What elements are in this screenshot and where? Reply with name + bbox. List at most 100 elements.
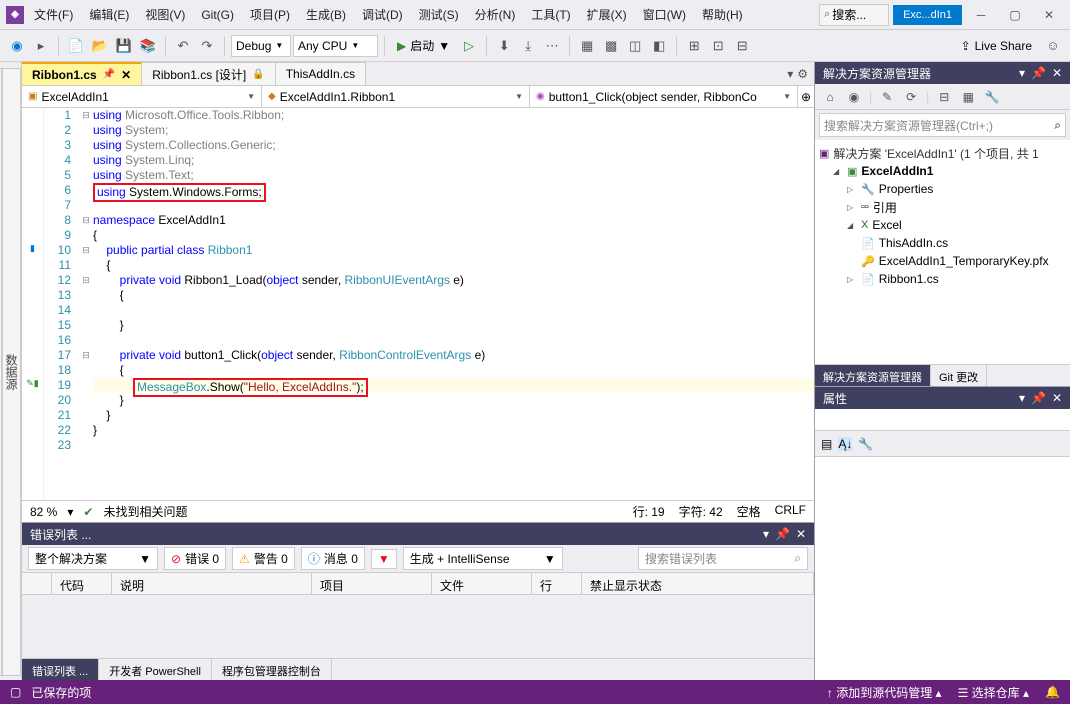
toolbar-btn-8[interactable]: ⊞ [683,35,705,57]
toolbar-btn-4[interactable]: ▦ [576,35,598,57]
window-maximize[interactable]: ▢ [1000,4,1030,26]
solution-search[interactable]: 搜索解决方案资源管理器(Ctrl+;) ⌕ [819,113,1066,137]
side-tab-datasources[interactable]: 数据源 [2,68,21,676]
feedback-button[interactable]: ☺ [1042,35,1064,57]
toolbar-btn-6[interactable]: ◫ [624,35,646,57]
menu-debug[interactable]: 调试(D) [356,2,409,27]
col-line[interactable]: 行 [532,573,582,594]
error-search[interactable]: 搜索错误列表⌕ [638,547,808,570]
show-all-button[interactable]: ▦ [959,88,977,106]
config-dropdown[interactable]: Debug▼ [231,35,291,57]
panel-close-icon[interactable]: ✕ [1052,66,1062,80]
nav-back-button[interactable]: ◉ [6,35,28,57]
undo-button[interactable]: ↶ [172,35,194,57]
menu-file[interactable]: 文件(F) [28,2,79,27]
panel-dropdown-icon[interactable]: ▾ [1019,66,1025,80]
redo-button[interactable]: ↷ [196,35,218,57]
properties-button[interactable]: 🔧 [983,88,1001,106]
platform-dropdown[interactable]: Any CPU▼ [293,35,378,57]
messages-filter[interactable]: ⓘ消息 0 [301,547,365,570]
tab-thisaddin[interactable]: ThisAddIn.cs [276,62,366,85]
live-share-button[interactable]: ⇪Live Share [953,39,1040,53]
nav-class-dropdown[interactable]: ◆ExcelAddIn1.Ribbon1▼ [262,86,530,107]
errors-filter[interactable]: ⊘错误 0 [164,547,226,570]
tab-powershell[interactable]: 开发者 PowerShell [99,659,212,680]
select-repo[interactable]: ☰ 选择仓库 ▴ [958,684,1029,701]
split-editor-button[interactable]: ⊕ [798,86,814,107]
menu-tools[interactable]: 工具(T) [525,2,576,27]
indentation[interactable]: 空格 [737,503,761,520]
notifications-icon[interactable]: 🔔 [1045,685,1060,699]
nav-member-dropdown[interactable]: ◉button1_Click(object sender, RibbonCo▼ [530,86,798,107]
properties-grid[interactable] [815,457,1070,680]
panel-pin-icon[interactable]: 📌 [1031,391,1046,405]
tab-git-changes[interactable]: Git 更改 [931,365,987,386]
build-filter-button[interactable]: ▼ [371,549,397,569]
pending-changes-button[interactable]: ✎ [878,88,896,106]
warnings-filter[interactable]: ⚠警告 0 [232,547,295,570]
panel-dropdown-icon[interactable]: ▾ [763,527,769,541]
solution-tree[interactable]: ▣解决方案 'ExcelAddIn1' (1 个项目, 共 1 ◢▣ExcelA… [815,140,1070,364]
nav-forward-button[interactable]: ▸ [30,35,52,57]
menu-extensions[interactable]: 扩展(X) [581,2,633,27]
panel-dropdown-icon[interactable]: ▾ [1019,391,1025,405]
props-wrench-button[interactable]: 🔧 [858,437,873,451]
menu-project[interactable]: 项目(P) [244,2,296,27]
add-source-control[interactable]: ↑ 添加到源代码管理 ▴ [827,684,942,701]
toolbar-btn-9[interactable]: ⊡ [707,35,729,57]
col-suppress[interactable]: 禁止显示状态 [582,573,814,594]
col-code[interactable]: 代码 [52,573,112,594]
tab-package-manager[interactable]: 程序包管理器控制台 [212,659,332,680]
toolbar-btn-5[interactable]: ▩ [600,35,622,57]
menu-analyze[interactable]: 分析(N) [469,2,522,27]
col-file[interactable]: 文件 [432,573,532,594]
start-without-debug-button[interactable]: ▷ [458,35,480,57]
save-button[interactable]: 💾 [113,35,135,57]
panel-pin-icon[interactable]: 📌 [1031,66,1046,80]
pin-icon[interactable]: 📌 [103,69,115,80]
save-all-button[interactable]: 📚 [137,35,159,57]
code-editor[interactable]: using Microsoft.Office.Tools.Ribbon;usin… [93,108,814,500]
toolbar-btn-3[interactable]: ⋯ [541,35,563,57]
menu-git[interactable]: Git(G) [195,4,240,26]
tab-error-list[interactable]: 错误列表 ... [22,659,99,680]
close-icon[interactable]: ✕ [121,68,131,82]
alphabetical-button[interactable]: Ą↓ [838,437,852,451]
fold-gutter[interactable]: ⊟ ⊟⊟⊟ ⊟ [79,108,93,500]
tab-solution-explorer[interactable]: 解决方案资源管理器 [815,365,931,386]
menu-view[interactable]: 视图(V) [139,2,191,27]
menu-test[interactable]: 测试(S) [413,2,465,27]
col-description[interactable]: 说明 [112,573,312,594]
menu-window[interactable]: 窗口(W) [637,2,692,27]
collapse-all-button[interactable]: ⊟ [935,88,953,106]
output-icon[interactable]: ▢ [10,685,21,699]
open-button[interactable]: 📂 [89,35,111,57]
menu-build[interactable]: 生成(B) [300,2,352,27]
new-file-button[interactable]: 📄 [65,35,87,57]
window-close[interactable]: ✕ [1034,4,1064,26]
categorized-button[interactable]: ▤ [821,437,832,451]
tab-ribbon1-design[interactable]: Ribbon1.cs [设计]🔒 [142,62,276,85]
home-button[interactable]: ⌂ [821,88,839,106]
line-ending[interactable]: CRLF [775,503,806,520]
side-tab-toolbox[interactable]: 工具箱 [0,68,2,676]
panel-pin-icon[interactable]: 📌 [775,527,790,541]
nav-project-dropdown[interactable]: ▣ExcelAddIn1▼ [22,86,262,107]
panel-close-icon[interactable]: ✕ [796,527,806,541]
scope-dropdown[interactable]: 整个解决方案▼ [28,547,158,570]
toolbar-btn-7[interactable]: ◧ [648,35,670,57]
toolbar-btn-10[interactable]: ⊟ [731,35,753,57]
sync-button[interactable]: ⟳ [902,88,920,106]
tab-settings-icon[interactable]: ⚙ [797,67,808,81]
col-project[interactable]: 项目 [312,573,432,594]
toolbar-btn-1[interactable]: ⬇ [493,35,515,57]
window-minimize[interactable]: ─ [966,4,996,26]
tab-ribbon1-cs[interactable]: Ribbon1.cs📌✕ [22,62,142,85]
switch-view-button[interactable]: ◉ [845,88,863,106]
zoom-level[interactable]: 82 % [30,505,57,519]
tab-dropdown-icon[interactable]: ▾ [787,67,793,81]
toolbar-btn-2[interactable]: ⤓ [517,35,539,57]
menu-edit[interactable]: 编辑(E) [83,2,135,27]
global-search[interactable]: ⌕搜索... [819,4,889,26]
start-debug-button[interactable]: ▶启动▼ [391,35,456,57]
